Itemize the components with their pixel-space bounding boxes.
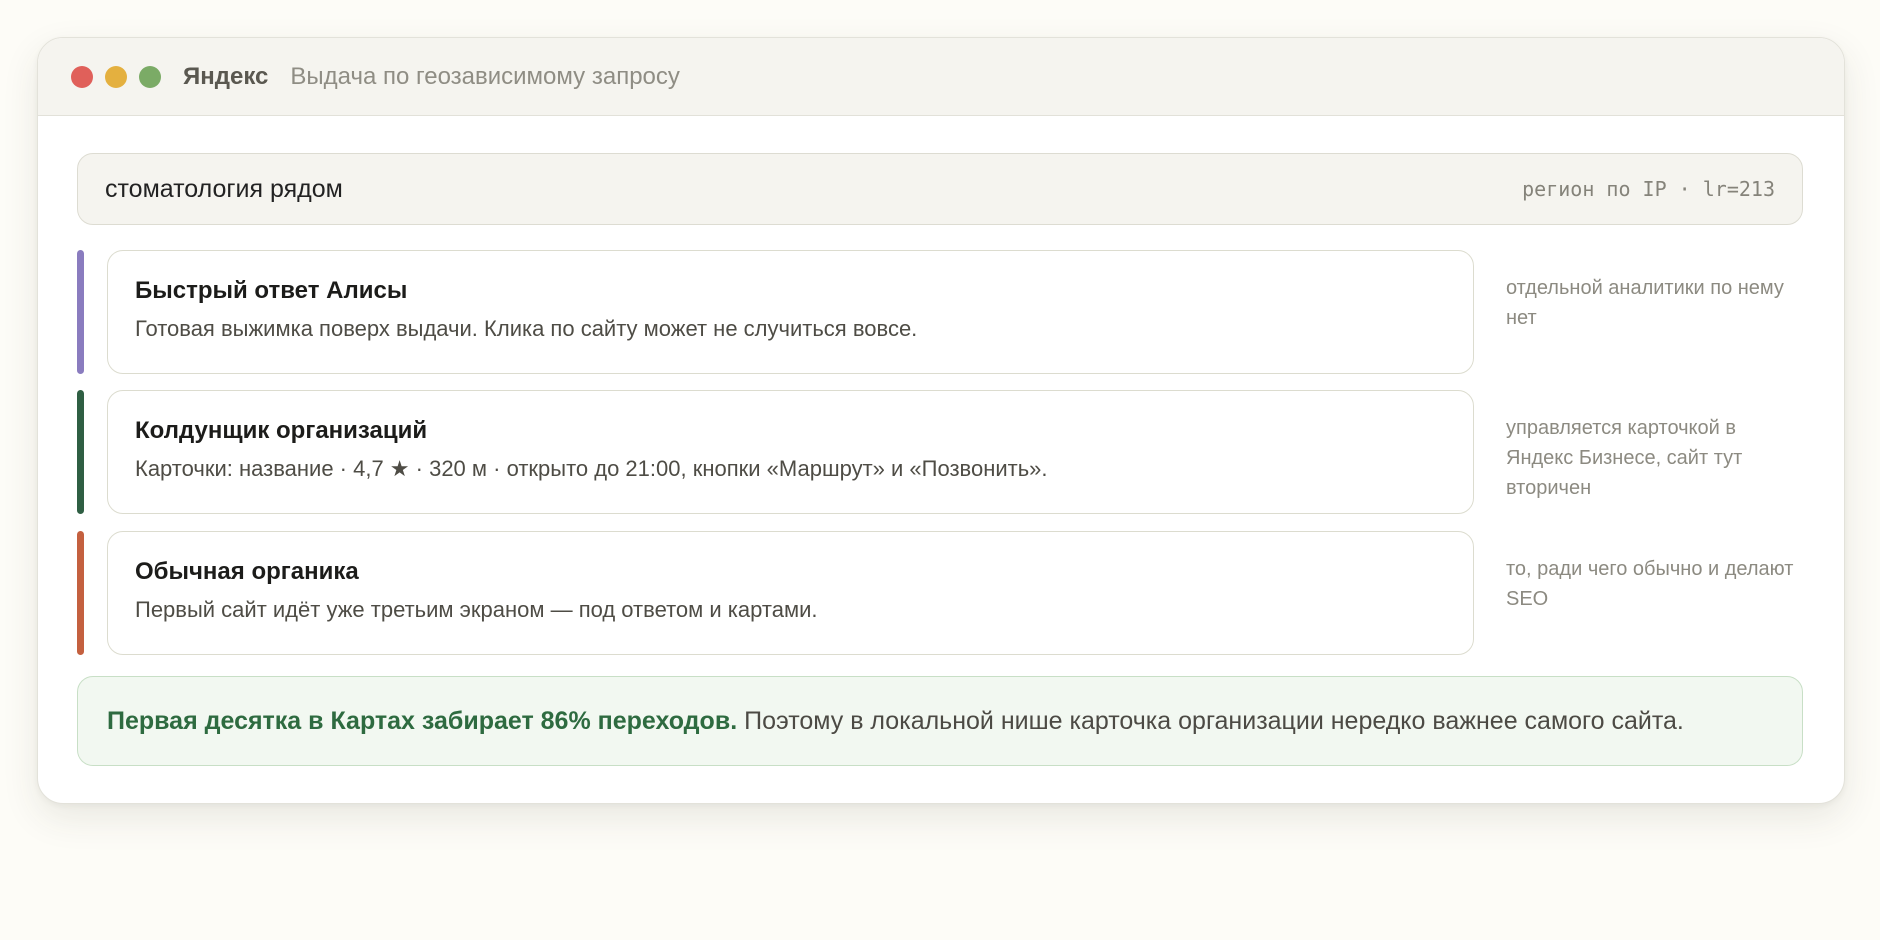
maximize-window-icon[interactable]: [139, 65, 161, 88]
callout-text: Поэтому в локальной нише карточка органи…: [744, 706, 1684, 735]
maps-stat-callout: Первая десятка в Картах забирает 86% пер…: [77, 676, 1803, 766]
title-bar: Яндекс Выдача по геозависимому запросу: [38, 38, 1844, 116]
result-title: Быстрый ответ Алисы: [135, 277, 408, 304]
browser-window: Яндекс Выдача по геозависимому запросу с…: [37, 37, 1845, 804]
result-description: Первый сайт идёт уже третьим экраном — п…: [135, 597, 818, 622]
result-organic: Обычная органика Первый сайт идёт уже тр…: [77, 531, 1803, 655]
result-note: то, ради чего обычно и делают SEO: [1506, 558, 1794, 610]
result-card[interactable]: Быстрый ответ Алисы Готовая выжимка пове…: [107, 250, 1474, 374]
result-title: Колдунщик организаций: [135, 417, 428, 444]
result-accent-bar: [77, 531, 84, 655]
result-note: отдельной аналитики по нему нет: [1506, 277, 1784, 329]
window-subtitle: Выдача по геозависимому запросу: [290, 62, 680, 90]
minimize-window-icon[interactable]: [105, 65, 127, 88]
region-indicator: регион по IP · lr=213: [1522, 177, 1775, 201]
result-organizations-wizard: Колдунщик организаций Карточки: название…: [77, 390, 1803, 514]
callout-highlight: Первая десятка в Картах забирает 86% пер…: [107, 706, 738, 735]
close-window-icon[interactable]: [71, 65, 93, 88]
result-card[interactable]: Обычная органика Первый сайт идёт уже тр…: [107, 531, 1474, 655]
result-description: Карточки: название · 4,7 ★ · 320 м · отк…: [135, 456, 1048, 481]
result-accent-bar: [77, 390, 84, 514]
result-accent-bar: [77, 250, 84, 374]
result-card[interactable]: Колдунщик организаций Карточки: название…: [107, 390, 1474, 514]
result-description: Готовая выжимка поверх выдачи. Клика по …: [135, 316, 918, 341]
search-query[interactable]: стоматология рядом: [105, 175, 343, 204]
search-bar[interactable]: стоматология рядом регион по IP · lr=213: [77, 153, 1803, 225]
result-title: Обычная органика: [135, 558, 359, 585]
app-brand: Яндекс: [183, 62, 269, 90]
result-alice-answer: Быстрый ответ Алисы Готовая выжимка пове…: [77, 250, 1803, 374]
result-note: управляется карточкой в Яндекс Бизнесе, …: [1506, 417, 1743, 499]
